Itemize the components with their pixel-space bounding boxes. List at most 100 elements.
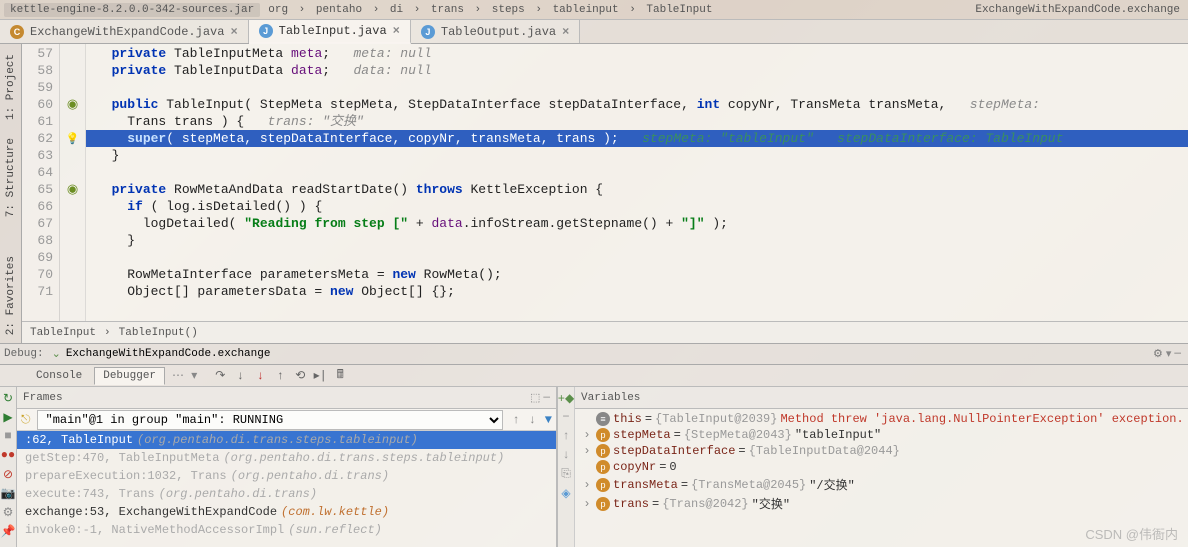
editor-tab[interactable]: J TableInput.java × — [249, 20, 411, 44]
intention-bulb-icon[interactable]: 💡 — [66, 134, 80, 146]
code-line[interactable]: } — [86, 147, 1188, 164]
settings-icon[interactable]: ⚙ — [1150, 347, 1166, 361]
crumb-segment[interactable]: steps — [488, 4, 529, 16]
variable-row[interactable]: › p stepMeta = {StepMeta@2043} "tableInp… — [575, 427, 1188, 443]
parameter-icon: p — [596, 428, 610, 442]
code-line[interactable]: private RowMetaAndData readStartDate() t… — [86, 181, 1188, 198]
drop-frame-icon[interactable]: ⟲ — [292, 368, 308, 384]
variables-title: Variables — [581, 392, 640, 404]
filter-icon[interactable]: ▼ — [545, 413, 552, 427]
code-line[interactable]: public TableInput( StepMeta stepMeta, St… — [86, 96, 1188, 113]
code-line[interactable]: if ( log.isDetailed() ) { — [86, 198, 1188, 215]
variable-row[interactable]: ≡ this = {TableInput@2039} Method threw … — [575, 411, 1188, 427]
stack-frame[interactable]: getStep:470, TableInputMeta (org.pentaho… — [17, 449, 556, 467]
expand-icon[interactable]: › — [581, 478, 593, 492]
toolwin-structure[interactable]: 7: Structure — [3, 130, 19, 225]
expand-icon[interactable]: › — [581, 428, 593, 442]
crumb-segment[interactable]: tableinput — [549, 4, 623, 16]
remove-watch-icon[interactable]: − — [558, 409, 574, 425]
variable-row[interactable]: › p stepDataInterface = {TableInputData@… — [575, 443, 1188, 459]
editor-tab[interactable]: C ExchangeWithExpandCode.java × — [0, 20, 249, 43]
variable-row[interactable]: › p trans = {Trans@2042} "交换" — [575, 494, 1188, 513]
parameter-icon: p — [596, 460, 610, 474]
prev-frame-icon[interactable]: ↑ — [512, 413, 519, 427]
run-to-cursor-icon[interactable]: ▸| — [312, 368, 328, 384]
code-line[interactable]: Object[] parametersData = new Object[] {… — [86, 283, 1188, 300]
pin-icon[interactable]: 📌 — [0, 523, 16, 539]
crumb-segment[interactable]: TableInput — [642, 4, 716, 16]
frame-list[interactable]: :62, TableInput (org.pentaho.di.trans.st… — [17, 431, 556, 547]
code-line[interactable]: logDetailed( "Reading from step [" + dat… — [86, 215, 1188, 232]
tab-label: ExchangeWithExpandCode.java — [30, 25, 224, 39]
hide-icon[interactable]: — — [1171, 348, 1184, 360]
resume-icon[interactable]: ▶ — [0, 409, 16, 425]
code-line[interactable] — [86, 79, 1188, 96]
variable-row[interactable]: p copyNr = 0 — [575, 459, 1188, 475]
stack-frame[interactable]: execute:743, Trans (org.pentaho.di.trans… — [17, 485, 556, 503]
step-over-icon[interactable]: ↷ — [212, 368, 228, 384]
force-step-into-icon[interactable]: ↓ — [252, 368, 268, 384]
code-line[interactable]: } — [86, 232, 1188, 249]
navigation-breadcrumb: kettle-engine-8.2.0.0-342-sources.jar or… — [0, 0, 1188, 20]
thread-selector[interactable]: "main"@1 in group "main": RUNNING — [37, 410, 504, 430]
stop-icon[interactable]: ■ — [0, 428, 16, 444]
debug-side-controls: ↻ ▶ ■ ●● ⊘ 📷 ⚙ 📌 — [0, 387, 17, 547]
crumb-segment[interactable]: org — [264, 4, 292, 16]
editor-breadcrumb[interactable]: TableInput›TableInput() — [22, 321, 1188, 343]
code-line[interactable] — [86, 164, 1188, 181]
code-line[interactable]: private TableInputMeta meta; meta: null — [86, 45, 1188, 62]
view-breakpoints-icon[interactable]: ●● — [0, 447, 16, 463]
override-icon[interactable]: ◉ — [67, 97, 78, 112]
debug-config[interactable]: ⌄ ExchangeWithExpandCode.exchange — [52, 347, 271, 361]
code-editor[interactable]: 575859606162636465666768697071 ◉ 💡 ◉ priva… — [22, 44, 1188, 321]
settings-icon[interactable]: ⚙ — [0, 504, 16, 520]
stack-frame[interactable]: :62, TableInput (org.pentaho.di.trans.st… — [17, 431, 556, 449]
mute-breakpoints-icon[interactable]: ⊘ — [0, 466, 16, 482]
toolwin-favorites[interactable]: 2: Favorites — [3, 248, 19, 343]
next-frame-icon[interactable]: ↓ — [529, 413, 536, 427]
new-watch-icon[interactable]: +◆ — [558, 390, 574, 406]
java-file-icon: J — [421, 25, 435, 39]
code-line[interactable]: Trans trans ) { trans: "交换" — [86, 113, 1188, 130]
crumb-segment[interactable]: trans — [427, 4, 468, 16]
crumb-jar[interactable]: kettle-engine-8.2.0.0-342-sources.jar — [4, 3, 260, 17]
show-watches-icon[interactable]: ◈ — [558, 485, 574, 501]
parameter-icon: p — [596, 444, 610, 458]
expand-icon[interactable]: › — [581, 497, 593, 511]
tab-console[interactable]: Console — [27, 367, 91, 385]
step-into-icon[interactable]: ↓ — [232, 368, 248, 384]
gutter-marks[interactable]: ◉ 💡 ◉ — [60, 44, 86, 321]
stack-frame[interactable]: exchange:53, ExchangeWithExpandCode (com… — [17, 503, 556, 521]
code-line[interactable]: private TableInputData data; data: null — [86, 62, 1188, 79]
stack-frame[interactable]: invoke0:-1, NativeMethodAccessorImpl (su… — [17, 521, 556, 539]
close-icon[interactable]: × — [562, 25, 569, 39]
rerun-icon[interactable]: ↻ — [0, 390, 16, 406]
step-out-icon[interactable]: ↑ — [272, 368, 288, 384]
variable-row[interactable]: › p transMeta = {TransMeta@2045} "/交换" — [575, 475, 1188, 494]
more-icon[interactable]: ⋯ ▾ — [168, 368, 201, 383]
code-line[interactable]: RowMetaInterface parametersMeta = new Ro… — [86, 266, 1188, 283]
hide-panel-icon[interactable]: — — [543, 392, 550, 404]
crumb-segment[interactable]: pentaho — [312, 4, 366, 16]
toolwin-project[interactable]: 1: Project — [3, 46, 19, 128]
code-line[interactable]: super( stepMeta, stepDataInterface, copy… — [86, 130, 1188, 147]
crumb-segment[interactable]: di — [386, 4, 407, 16]
close-icon[interactable]: × — [393, 24, 400, 38]
object-icon: ≡ — [596, 412, 610, 426]
code-line[interactable] — [86, 249, 1188, 266]
move-down-icon[interactable]: ↓ — [558, 447, 574, 463]
thread-dump-icon[interactable]: 📷 — [0, 485, 16, 501]
crumb-run-config[interactable]: ExchangeWithExpandCode.exchange — [971, 4, 1184, 16]
restore-layout-icon[interactable]: ⬚ — [530, 391, 540, 405]
close-icon[interactable]: × — [230, 25, 237, 39]
editor-tab[interactable]: J TableOutput.java × — [411, 20, 580, 43]
evaluate-icon[interactable]: 🖩 — [332, 368, 348, 384]
move-up-icon[interactable]: ↑ — [558, 428, 574, 444]
parameter-icon: p — [596, 478, 610, 492]
tab-debugger[interactable]: Debugger — [94, 367, 165, 385]
override-icon[interactable]: ◉ — [67, 182, 78, 197]
copy-icon[interactable]: ⎘ — [558, 466, 574, 482]
expand-icon[interactable]: › — [581, 444, 593, 458]
stack-frame[interactable]: prepareExecution:1032, Trans (org.pentah… — [17, 467, 556, 485]
line-numbers: 575859606162636465666768697071 — [22, 44, 60, 321]
